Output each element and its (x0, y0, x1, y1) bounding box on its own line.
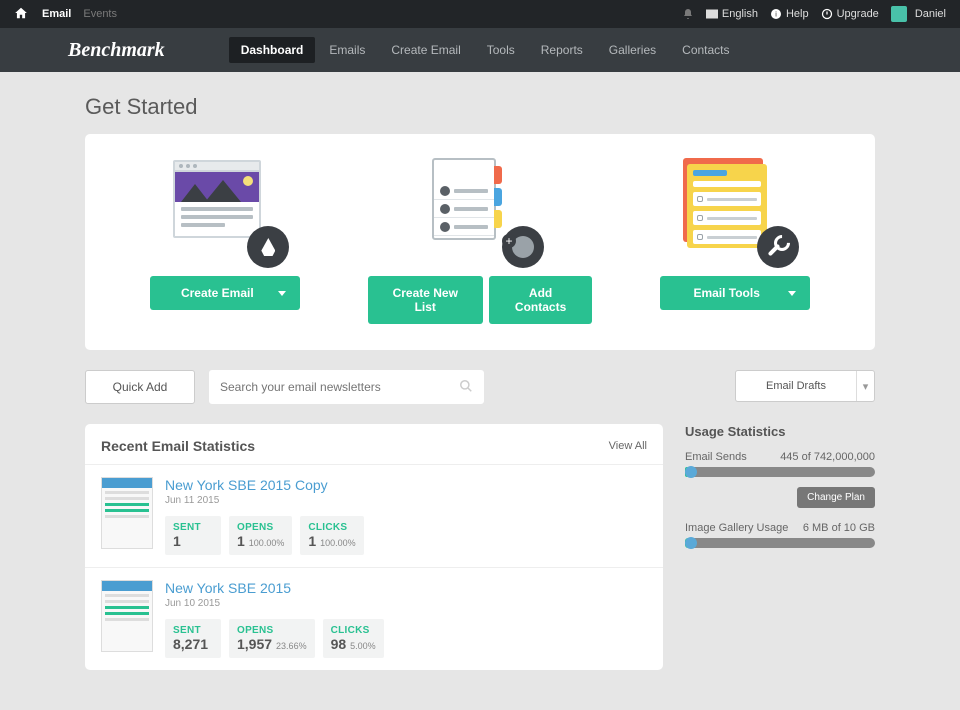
usage-stats-title: Usage Statistics (685, 424, 875, 439)
create-email-illustration (165, 154, 285, 264)
sends-progress (685, 467, 875, 477)
metric-sent: SENT 1 (165, 516, 221, 555)
email-tools-button[interactable]: Email Tools (660, 276, 810, 310)
nav-galleries[interactable]: Galleries (597, 37, 668, 63)
language-switch[interactable]: English (706, 8, 758, 20)
get-started-card: Create Email Crea (85, 134, 875, 350)
create-email-button[interactable]: Create Email (150, 276, 300, 310)
user-menu[interactable]: Daniel (891, 6, 946, 22)
nav-reports[interactable]: Reports (529, 37, 595, 63)
upgrade-link[interactable]: Upgrade (821, 8, 879, 20)
chevron-down-icon (788, 291, 796, 296)
table-row: New York SBE 2015 Copy Jun 11 2015 SENT … (85, 464, 663, 567)
nav-tools[interactable]: Tools (475, 37, 527, 63)
nav-dashboard[interactable]: Dashboard (229, 37, 316, 63)
email-tools-label: Email Tools (674, 286, 780, 300)
recent-stats-title: Recent Email Statistics (101, 438, 255, 454)
contacts-illustration (420, 154, 540, 264)
gallery-progress (685, 538, 875, 548)
username: Daniel (915, 8, 946, 20)
gallery-value: 6 MB of 10 GB (803, 522, 875, 534)
breadcrumb-events[interactable]: Events (83, 8, 117, 20)
change-plan-button[interactable]: Change Plan (797, 487, 875, 508)
search-icon (459, 379, 473, 396)
breadcrumb-email[interactable]: Email (42, 8, 71, 20)
sends-value: 445 of 742,000,000 (780, 451, 875, 463)
tools-illustration (675, 154, 795, 264)
drafts-label: Email Drafts (736, 380, 856, 392)
table-row: New York SBE 2015 Jun 10 2015 SENT 8,271… (85, 567, 663, 670)
avatar (891, 6, 907, 22)
metric-opens: OPENS 1100.00% (229, 516, 292, 555)
progress-knob (685, 466, 697, 478)
nav-emails[interactable]: Emails (317, 37, 377, 63)
search-input[interactable] (220, 380, 459, 394)
progress-knob (685, 537, 697, 549)
email-drafts-button[interactable]: Email Drafts ▾ (735, 370, 875, 402)
chevron-down-icon: ▾ (856, 371, 874, 401)
email-date: Jun 11 2015 (165, 495, 647, 506)
metric-sent: SENT 8,271 (165, 619, 221, 658)
email-title-link[interactable]: New York SBE 2015 (165, 580, 647, 596)
email-date: Jun 10 2015 (165, 598, 647, 609)
help-label: Help (786, 8, 809, 20)
help-link[interactable]: i Help (770, 8, 809, 20)
view-all-link[interactable]: View All (609, 440, 647, 452)
chevron-down-icon (278, 291, 286, 296)
bell-icon[interactable] (682, 8, 694, 20)
add-contacts-button[interactable]: Add Contacts (489, 276, 593, 324)
email-thumbnail[interactable] (101, 580, 153, 652)
metric-clicks: CLICKS 985.00% (323, 619, 384, 658)
brand-logo[interactable]: Benchmark (68, 39, 165, 62)
quick-add-button[interactable]: Quick Add (85, 370, 195, 404)
create-list-button[interactable]: Create New List (368, 276, 483, 324)
upgrade-label: Upgrade (837, 8, 879, 20)
nav-contacts[interactable]: Contacts (670, 37, 741, 63)
page-title: Get Started (85, 94, 875, 120)
add-user-icon (502, 226, 544, 268)
home-icon[interactable] (14, 6, 28, 23)
gallery-label: Image Gallery Usage (685, 522, 788, 534)
recent-stats-card: Recent Email Statistics View All New Yor… (85, 424, 663, 670)
metric-clicks: CLICKS 1100.00% (300, 516, 363, 555)
create-email-label: Create Email (164, 286, 270, 300)
pen-icon (247, 226, 289, 268)
search-box[interactable] (209, 370, 484, 404)
wrench-icon (757, 226, 799, 268)
email-thumbnail[interactable] (101, 477, 153, 549)
navbar: Benchmark Dashboard Emails Create Email … (0, 28, 960, 72)
email-title-link[interactable]: New York SBE 2015 Copy (165, 477, 647, 493)
nav-create-email[interactable]: Create Email (379, 37, 472, 63)
topbar: Email Events English i Help Upgrade Dani… (0, 0, 960, 28)
sends-label: Email Sends (685, 451, 747, 463)
language-label: English (722, 8, 758, 20)
metric-opens: OPENS 1,95723.66% (229, 619, 315, 658)
